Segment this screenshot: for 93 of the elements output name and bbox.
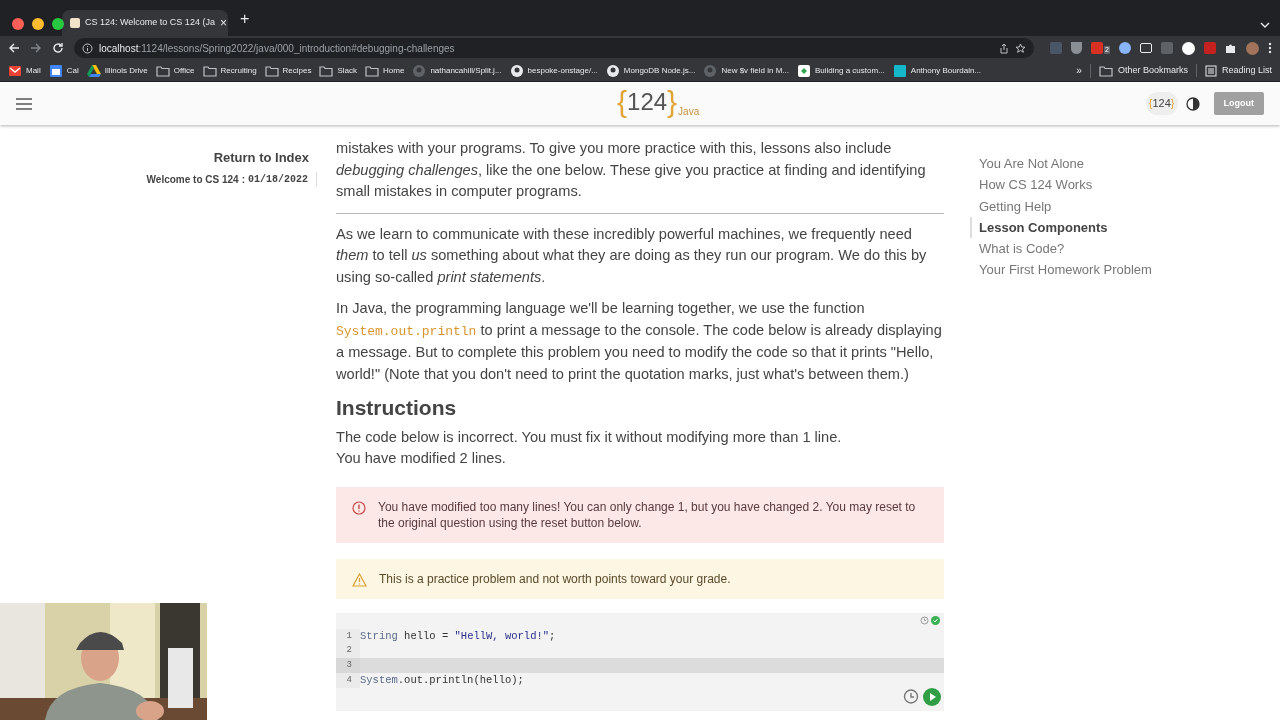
paragraph: As we learn to communicate with these incredibly powerful machines, we frequently need them to tell us something about what they are doing as they run our program. We do this by using so-called print statements. xyxy=(336,224,928,287)
logo-subtitle: Java xyxy=(678,105,700,119)
browser-tab[interactable]: CS 124: Welcome to CS 124 (Ja × xyxy=(62,10,228,36)
bookmark-link[interactable]: Building a custom... xyxy=(815,64,885,77)
bookmark-link[interactable]: New $v field in M... xyxy=(721,64,789,77)
toc-link[interactable]: Lesson Components xyxy=(970,216,1152,239)
lesson-title: Welcome to CS 124 xyxy=(146,172,239,187)
mail-icon xyxy=(8,63,22,78)
code-line: System.out.println(hello); xyxy=(360,672,525,688)
bookmark-link[interactable]: Office xyxy=(173,64,195,77)
github-icon xyxy=(703,63,718,78)
bookmark-link[interactable]: MongoDB Node.js... xyxy=(623,64,696,77)
inline-code: System.out.println xyxy=(336,323,477,339)
logo-text: 124 xyxy=(627,87,668,115)
user-badge[interactable]: {124} xyxy=(1145,92,1178,115)
github-icon xyxy=(412,63,427,78)
line-number: 2 xyxy=(336,643,360,659)
back-icon[interactable] xyxy=(8,42,20,54)
shield-icon[interactable] xyxy=(1071,42,1083,54)
maximize-window-icon[interactable] xyxy=(52,18,64,30)
app-icon xyxy=(797,63,811,78)
menu-icon[interactable] xyxy=(16,97,32,110)
extension-icon[interactable] xyxy=(1119,42,1131,54)
address-bar[interactable]: localhost:1124/lessons/Spring2022/java/000_introduction#debugging-challenges xyxy=(73,38,1035,58)
bookmark-link[interactable]: Slack xyxy=(337,64,358,77)
calendar-icon xyxy=(48,63,63,78)
bookmark-link[interactable]: Other Bookmarks xyxy=(1117,63,1188,78)
drive-icon xyxy=(86,63,101,78)
avatar-icon[interactable] xyxy=(1246,41,1259,55)
extension-icon[interactable] xyxy=(1182,41,1195,55)
bookmark-link[interactable]: Mail xyxy=(26,64,41,77)
reload-icon[interactable] xyxy=(51,42,64,54)
line-number: 3 xyxy=(336,658,360,673)
lesson-date: 01/18/2022 xyxy=(248,172,308,187)
return-link[interactable]: Return to Index xyxy=(213,148,309,168)
star-icon[interactable] xyxy=(1015,42,1027,54)
folder-icon xyxy=(264,63,279,78)
share-icon[interactable] xyxy=(999,42,1010,54)
paragraph: mistakes with your programs. To give you more practice with this, lessons also include debugging challenges, like the one below. These give you practice at finding and identifying small mistakes in computer programs. xyxy=(336,138,944,214)
check-icon xyxy=(931,615,940,625)
folder-icon xyxy=(319,63,334,78)
code-editor[interactable]: 1 String hello = "HellW, world!"; 2 3 4 System.out.println(hello); xyxy=(336,612,944,711)
instruction-text: The code below is incorrect. You must fix it without modifying more than 1 line. xyxy=(336,427,843,447)
instruction-text: You have modified 2 lines. xyxy=(336,449,507,468)
bookmark-link[interactable]: Anthony Bourdain... xyxy=(910,64,982,77)
bookmark-link[interactable]: Recipes xyxy=(282,64,312,77)
logo-brace: { xyxy=(617,84,628,120)
separator-text: : xyxy=(241,172,245,187)
tab-close-button[interactable]: × xyxy=(219,14,227,32)
line-number: 1 xyxy=(336,628,360,644)
close-window-icon[interactable] xyxy=(12,18,24,30)
url-path: :1124/lessons/Spring2022/java/000_introduction#debugging-challenges xyxy=(138,42,455,54)
warning-icon xyxy=(352,572,367,587)
toc-link[interactable]: Your First Homework Problem xyxy=(979,259,1152,281)
error-icon xyxy=(352,500,366,515)
folder-icon xyxy=(1098,63,1113,78)
info-icon xyxy=(81,42,93,54)
folder-icon xyxy=(155,63,170,78)
contrast-icon[interactable] xyxy=(1185,96,1200,111)
github-icon xyxy=(605,63,620,78)
bookmark-link[interactable]: Recruiting xyxy=(220,64,257,77)
chevron-down-icon[interactable] xyxy=(1260,22,1270,28)
more-bookmarks-button[interactable]: » xyxy=(1076,63,1082,78)
new-tab-button[interactable]: + xyxy=(240,7,250,31)
reset-history-icon[interactable] xyxy=(902,688,919,705)
bookmark-link[interactable]: Home xyxy=(383,64,405,77)
folder-icon xyxy=(365,63,380,78)
reading-list-icon xyxy=(1204,64,1217,77)
play-icon[interactable] xyxy=(923,687,941,706)
section-heading: Instructions xyxy=(336,397,458,419)
alert-text: This is a practice problem and not worth points toward your grade. xyxy=(379,570,731,587)
toc-link[interactable]: Getting Help xyxy=(979,195,1152,217)
tab-title: CS 124: Welcome to CS 124 (Ja xyxy=(85,16,215,30)
alert-text: You have modified too many lines! You can only change 1, but you have changed 2. You may reset to the original question using the reset button below. xyxy=(378,498,917,531)
bookmark-link[interactable]: bespoke-onstage/... xyxy=(527,64,598,77)
url-host: localhost xyxy=(98,42,139,54)
paragraph: In Java, the programming language we'll be learning together, we use the function System.out.println to print a message to the console. The code below is already displaying a message. But to complete this problem you need to modify the code so that it prints "Hello, world!" (Note that you don't need to print the quotation marks, just what's between them.) xyxy=(336,299,943,384)
more-icon[interactable] xyxy=(1268,42,1272,54)
bookmark-link[interactable]: nathancahill/Split.j... xyxy=(430,64,502,77)
favicon-icon xyxy=(70,18,80,28)
toc-link[interactable]: You Are Not Alone xyxy=(979,153,1152,175)
bookmark-link[interactable]: Illinois Drive xyxy=(104,64,148,77)
logo-brace: } xyxy=(667,84,678,120)
toc-link[interactable]: What is Code? xyxy=(979,238,1152,260)
code-line: String hello = "HellW, world!"; xyxy=(360,628,557,644)
minimize-window-icon[interactable] xyxy=(32,18,44,30)
bookmark-link[interactable]: Cal xyxy=(66,64,79,77)
bookmark-link[interactable]: Reading List xyxy=(1221,63,1272,78)
site-icon xyxy=(892,63,907,78)
toc-link[interactable]: How CS 124 Works xyxy=(979,174,1152,196)
forward-icon[interactable] xyxy=(30,42,42,54)
github-icon xyxy=(509,63,524,78)
folder-icon xyxy=(202,63,217,78)
